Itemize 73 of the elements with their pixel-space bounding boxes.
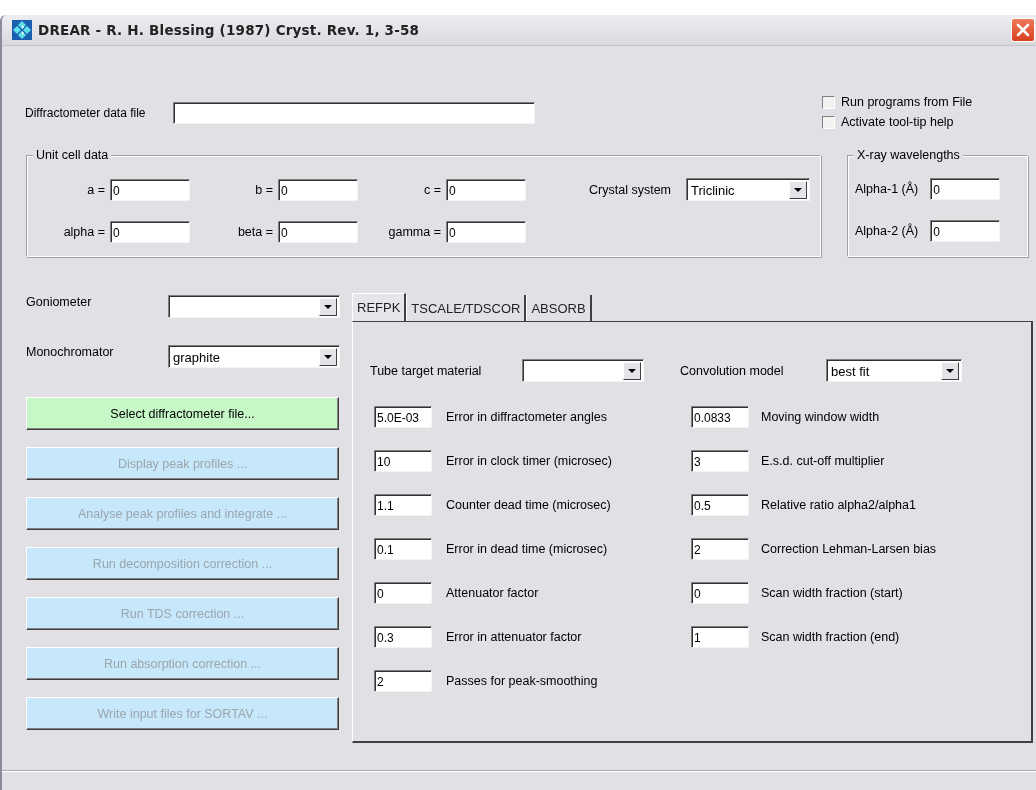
checkbox[interactable] bbox=[822, 95, 835, 109]
field-label: Convolution model bbox=[680, 363, 785, 378]
number-field[interactable]: 2 bbox=[374, 670, 432, 692]
number-field[interactable]: 0 bbox=[374, 582, 432, 604]
text-field[interactable]: 0 bbox=[110, 178, 190, 201]
field-label: beta = bbox=[236, 225, 274, 239]
caret-icon bbox=[324, 305, 332, 309]
field-label: b = bbox=[254, 182, 274, 197]
group-title: X-ray wavelengths bbox=[854, 148, 963, 162]
number-field[interactable]: 0.1 bbox=[374, 538, 432, 560]
close-icon bbox=[1016, 23, 1030, 37]
text-field[interactable]: 0 bbox=[446, 178, 526, 201]
field-label: Diffractometer data file bbox=[25, 106, 146, 120]
number-field[interactable]: 1 bbox=[691, 626, 749, 648]
field-label: Monochromator bbox=[26, 345, 114, 359]
field-label: Error in diffractometer angles bbox=[446, 410, 608, 424]
number-field[interactable]: 5.0E-03 bbox=[374, 406, 432, 428]
number-field[interactable]: 0 bbox=[691, 582, 749, 604]
text-field[interactable]: 0 bbox=[278, 178, 358, 201]
tab[interactable]: TSCALE/TDSCOR bbox=[406, 295, 527, 321]
field-label: Moving window width bbox=[761, 410, 881, 424]
number-field[interactable]: 3 bbox=[691, 450, 749, 472]
field-label: Tube target material bbox=[370, 363, 483, 378]
dropdown[interactable]: graphite bbox=[168, 345, 340, 368]
window-title: DREAR - R. H. Blessing (1987) Cryst. Rev. 1, 3-58 bbox=[38, 22, 421, 38]
checkbox[interactable] bbox=[822, 115, 835, 129]
field-label: Counter dead time (microsec) bbox=[446, 498, 612, 512]
field-label: alpha = bbox=[62, 225, 106, 239]
field-label: gamma = bbox=[387, 225, 442, 239]
field-label: Scan width fraction (end) bbox=[761, 630, 901, 644]
caret-icon bbox=[324, 355, 332, 359]
field-label: Error in clock timer (microsec) bbox=[446, 454, 613, 468]
group-title: Unit cell data bbox=[33, 148, 112, 162]
tab[interactable]: REFPK bbox=[352, 293, 407, 321]
caret-icon bbox=[628, 369, 636, 373]
text-field[interactable]: 0 bbox=[110, 221, 190, 243]
text-field[interactable]: 0 bbox=[930, 178, 1001, 200]
tab[interactable]: ABSORB bbox=[526, 295, 592, 321]
field-label: Passes for peak-smoothing bbox=[446, 674, 599, 688]
caret-icon bbox=[794, 188, 802, 192]
number-field[interactable]: 0.0833 bbox=[691, 406, 749, 428]
field-label: Goniometer bbox=[26, 295, 92, 309]
text-field[interactable]: 0 bbox=[278, 221, 358, 243]
field-label: Scan width fraction (start) bbox=[761, 586, 904, 600]
dropdown[interactable] bbox=[168, 295, 340, 318]
field-label: Error in dead time (microsec) bbox=[446, 542, 609, 556]
field-label: a = bbox=[86, 182, 106, 197]
number-field[interactable]: 2 bbox=[691, 538, 749, 560]
close-button[interactable] bbox=[1011, 18, 1035, 42]
field-label: Relative ratio alpha2/alpha1 bbox=[761, 498, 917, 512]
text-field[interactable]: 0 bbox=[930, 220, 1001, 242]
dropdown[interactable]: best fit bbox=[826, 359, 962, 382]
dropdown[interactable] bbox=[522, 359, 644, 382]
field-label: Alpha-1 (Å) bbox=[855, 182, 919, 196]
field-label: Alpha-2 (Å) bbox=[855, 224, 919, 238]
checkbox-label: Run programs from File bbox=[841, 95, 973, 109]
caret-icon bbox=[946, 369, 954, 373]
number-field[interactable]: 1.1 bbox=[374, 494, 432, 516]
field-label: Correction Lehman-Larsen bias bbox=[761, 542, 938, 556]
field-label: c = bbox=[422, 182, 442, 197]
action-button[interactable]: Select diffractometer file... bbox=[26, 397, 339, 430]
app-icon bbox=[12, 20, 32, 40]
text-field[interactable]: 0 bbox=[446, 221, 526, 243]
dropdown[interactable]: Triclinic bbox=[686, 178, 810, 201]
number-field[interactable]: 0.3 bbox=[374, 626, 432, 648]
field-label: E.s.d. cut-off multiplier bbox=[761, 454, 886, 468]
number-field[interactable]: 10 bbox=[374, 450, 432, 472]
file-path-field[interactable] bbox=[172, 102, 535, 124]
field-label: Error in attenuator factor bbox=[446, 630, 583, 644]
field-label: Crystal system bbox=[589, 182, 672, 197]
number-field[interactable]: 0.5 bbox=[691, 494, 749, 516]
field-label: Attenuator factor bbox=[446, 586, 540, 600]
checkbox-label: Activate tool-tip help bbox=[841, 115, 954, 129]
